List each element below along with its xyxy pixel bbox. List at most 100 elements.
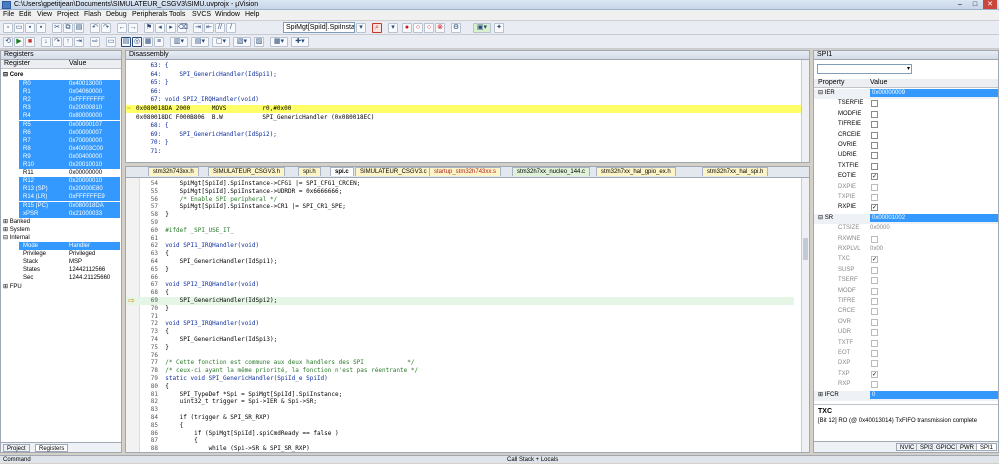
register-row[interactable]: R2 0xFFFFFFFF (19, 96, 120, 105)
spi-field-checkbox[interactable] (871, 194, 878, 201)
spi-field-checkbox[interactable] (871, 381, 878, 389)
incremental-find-icon[interactable]: ▾ (388, 23, 398, 33)
find-combobox[interactable]: SpiMgt[SpiId].SpiInstanc (283, 22, 355, 33)
tab-registers[interactable]: Registers (35, 444, 69, 452)
code-line[interactable]: 66 (126, 274, 794, 282)
spi-field-checkbox[interactable] (871, 287, 878, 295)
spi-field-row[interactable]: RXP (814, 380, 998, 390)
registers-window-icon[interactable]: ▦ (143, 37, 153, 47)
open-file-icon[interactable]: ▭ (14, 23, 24, 33)
code-line[interactable]: 86 if (SpiMgt[SpiId].spiCmdReady == fals… (126, 430, 794, 438)
minimize-button[interactable]: – (953, 0, 967, 9)
register-row[interactable]: R1 0x04060000 (19, 88, 120, 97)
code-line[interactable]: 72 void SPI3_IRQHandler(void) (126, 320, 794, 328)
fpu-group[interactable]: ⊞ FPU (3, 283, 22, 291)
step-out-icon[interactable]: ↑ (63, 37, 73, 47)
code-line[interactable]: 81 SPI_TypeDef *Spi = SpiMgt[SpiId].SpiI… (126, 391, 794, 399)
run-to-cursor-icon[interactable]: ⇥ (74, 37, 84, 47)
code-line[interactable]: 60 #ifdef _SPI_USE_IT_ (126, 227, 794, 235)
disassembly-line[interactable]: 65: } (126, 79, 801, 87)
code-line[interactable]: 59 (126, 219, 794, 227)
disassembly-line[interactable]: 67: void SPI2_IRQHandler(void) (126, 96, 801, 104)
code-line[interactable]: 75 } (126, 344, 794, 352)
new-file-icon[interactable]: ▫ (3, 23, 13, 33)
spi-register-group[interactable]: ⊞ IFCR 0 (814, 390, 998, 401)
register-row[interactable]: R14 (LR) 0xFFFFFFE9 (19, 193, 120, 202)
disassembly-line[interactable]: 64: SPI_GenericHandler(IdSpi1); (126, 71, 801, 79)
save-all-icon[interactable]: ▪ (36, 23, 46, 33)
spi-field-checkbox[interactable]: ✓ (871, 173, 878, 181)
trace-window-icon[interactable]: ▨ (254, 37, 264, 47)
register-row[interactable]: R11 0x00000000 (19, 169, 120, 177)
spi-field-checkbox[interactable] (871, 152, 878, 160)
spi-field-row[interactable]: TSERFIE (814, 99, 998, 109)
menu-window[interactable]: Window (215, 11, 240, 18)
code-line[interactable]: 74 SPI_GenericHandler(IdSpi3); (126, 336, 794, 344)
find-dropdown-icon[interactable]: ▾ (356, 23, 366, 33)
code-line[interactable]: 57 SpiMgt[SpiId].SpiInstance->CR1 |= SPI… (126, 203, 794, 211)
code-line[interactable]: 77 /* Cette fonction est commune aux deu… (126, 359, 794, 367)
disassembly-line[interactable]: 0x080018DA 2000 MOVS r0,#0x00 ⇨ (126, 105, 801, 113)
spi-field-row[interactable]: RXPLVL 0x00 (814, 245, 998, 255)
tab-project[interactable]: Project (3, 444, 30, 452)
spi-field-row[interactable]: MODF (814, 287, 998, 297)
code-line[interactable]: 71 (126, 313, 794, 321)
maximize-button[interactable]: □ (968, 0, 982, 9)
spi-field-checkbox[interactable] (871, 142, 878, 149)
menu-peripherals[interactable]: Peripherals (132, 11, 167, 18)
prev-bookmark-icon[interactable]: ◂ (155, 23, 165, 33)
register-group[interactable]: ⊟ Internal (3, 234, 30, 242)
menu-tools[interactable]: Tools (169, 11, 185, 18)
register-row[interactable]: R10 0x20010010 (19, 161, 120, 169)
code-line[interactable]: 58 } (126, 211, 794, 219)
code-line[interactable]: 54 SpiMgt[SpiId].SpiInstance->CFG1 |= SP… (126, 180, 794, 188)
call-stack-icon[interactable]: ≡ (154, 37, 164, 47)
clear-bookmarks-icon[interactable]: ⌫ (177, 23, 188, 33)
spi-field-row[interactable]: CTSIZE 0x0000 (814, 224, 998, 234)
menu-help[interactable]: Help (245, 11, 259, 18)
spi-field-row[interactable]: RXWNE (814, 235, 998, 245)
spi-field-checkbox[interactable] (871, 162, 878, 170)
spi-field-row[interactable]: EOT (814, 349, 998, 359)
spi-field-checkbox[interactable] (871, 131, 878, 139)
window-layout-icon[interactable]: ▣▾ (473, 23, 491, 33)
editor-scrollbar[interactable] (801, 178, 809, 452)
reset-icon[interactable]: ⟲ (3, 37, 13, 47)
spi-field-row[interactable]: TXTF (814, 339, 998, 349)
tab-stm32h743xx-h[interactable]: stm32h743xx.h (148, 167, 199, 176)
code-line[interactable]: 65 } (126, 266, 794, 274)
internal-row[interactable]: Sec 1244.21125660 (19, 274, 120, 282)
internal-row[interactable]: Privilege Privileged (19, 250, 120, 258)
comment-icon[interactable]: // (215, 23, 225, 33)
config-icon[interactable]: ⚙ (451, 23, 461, 33)
core-group[interactable]: ⊟ Core (3, 71, 23, 79)
code-line[interactable]: 87 { (126, 437, 794, 445)
spi-field-checkbox[interactable] (871, 266, 878, 274)
spi-field-checkbox[interactable]: ✓ (871, 370, 878, 378)
spi-field-row[interactable]: TXP ✓ (814, 370, 998, 380)
spi-field-row[interactable]: TIFRE (814, 297, 998, 307)
spi-field-row[interactable]: UDR (814, 328, 998, 338)
analysis-window-icon[interactable]: ▧▾ (233, 37, 251, 47)
serial-window-icon[interactable]: ▢▾ (212, 37, 230, 47)
menu-file[interactable]: File (3, 11, 14, 18)
code-line[interactable]: 84 if (trigger & SPI_SR_RXP) (126, 414, 794, 422)
spi-field-row[interactable]: DXP (814, 359, 998, 369)
register-row[interactable]: R13 (SP) 0x20000E80 (19, 185, 120, 194)
spi-field-row[interactable]: TSERF (814, 276, 998, 286)
spi-field-row[interactable]: UDRIE (814, 151, 998, 161)
tab-startup-stm32h743xx-s[interactable]: startup_stm32h743xx.s (429, 167, 502, 176)
register-row[interactable]: R12 0x20000010 (19, 177, 120, 186)
code-editor[interactable]: 54 SpiMgt[SpiId].SpiInstance->CFG1 |= SP… (126, 178, 809, 452)
disassembly-line[interactable]: 68: { (126, 122, 801, 130)
spi-instance-select[interactable]: ▾ (817, 64, 912, 74)
register-row[interactable]: R0 0x40013000 (19, 80, 120, 88)
bookmark-icon[interactable]: ⚑ (144, 23, 154, 33)
code-line[interactable]: 63 { (126, 250, 794, 258)
tab-nvic[interactable]: NVIC (896, 443, 919, 451)
tab-pwr[interactable]: PWR (956, 443, 978, 451)
spi-field-row[interactable]: OVR (814, 318, 998, 328)
watch-window-icon[interactable]: ▥▾ (170, 37, 188, 47)
spi-field-checkbox[interactable] (871, 308, 878, 316)
tab-stm32h7xx-hal-gpio-ex-h[interactable]: stm32h7xx_hal_gpio_ex.h (596, 167, 676, 176)
